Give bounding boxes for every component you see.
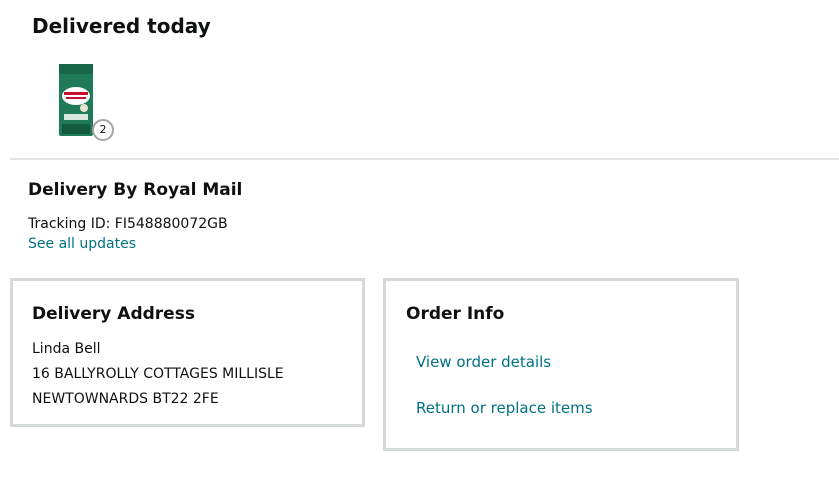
return-replace-items-link[interactable]: Return or replace items (416, 399, 593, 417)
order-info-title: Order Info (406, 304, 505, 324)
see-all-updates-link[interactable]: See all updates (28, 236, 136, 252)
address-line-1: 16 BALLYROLLY COTTAGES MILLISLE (32, 366, 284, 382)
recipient-name: Linda Bell (32, 341, 101, 357)
address-line-2: NEWTOWNARDS BT22 2FE (32, 391, 219, 407)
order-info-card: Order Info View order details Return or … (383, 278, 739, 451)
view-order-details-link[interactable]: View order details (416, 353, 551, 371)
section-divider (10, 158, 839, 160)
tracking-id: Tracking ID: FI548880072GB (28, 216, 228, 232)
quantity-badge: 2 (92, 119, 114, 141)
delivery-address-title: Delivery Address (32, 304, 195, 324)
delivery-status-title: Delivered today (32, 14, 211, 38)
product-image[interactable] (58, 62, 96, 138)
dog-food-bag-icon (59, 64, 93, 136)
delivery-address-card: Delivery Address Linda Bell 16 BALLYROLL… (10, 278, 365, 427)
carrier-title: Delivery By Royal Mail (28, 180, 243, 200)
